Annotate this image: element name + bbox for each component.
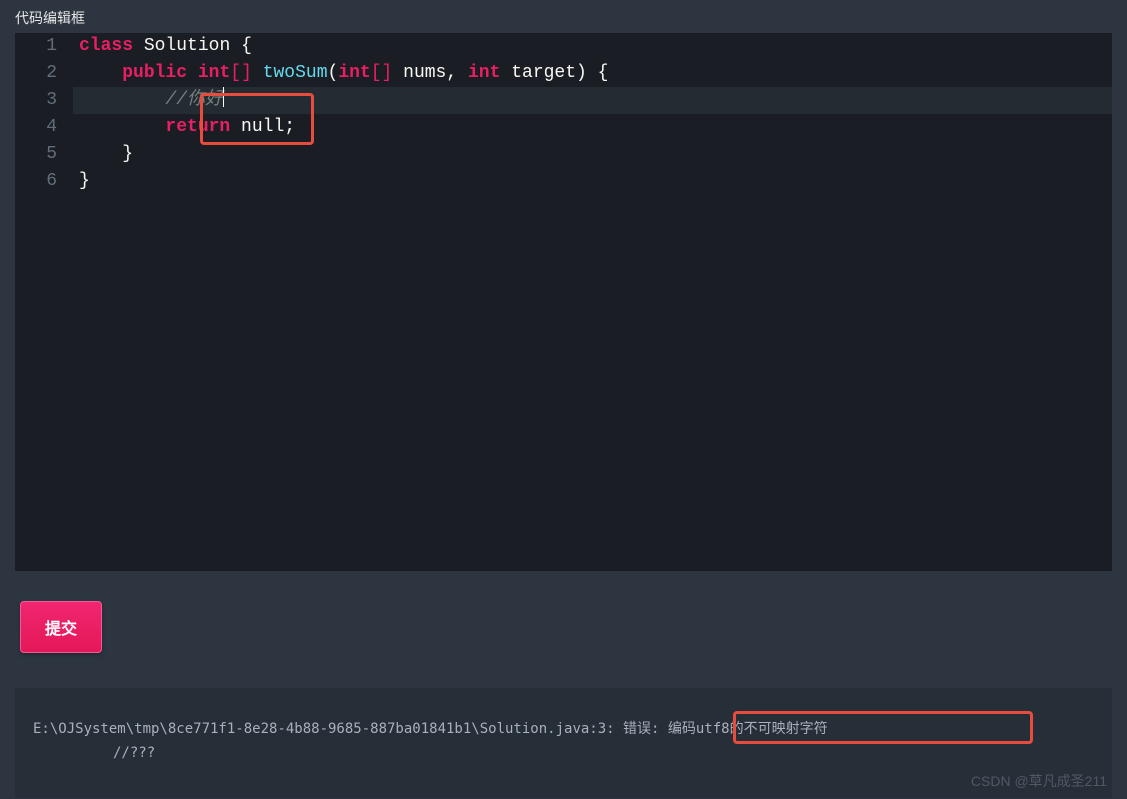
code-editor[interactable]: 1 class Solution { 2 public int[] twoSum…	[15, 33, 1112, 571]
line-number: 4	[15, 114, 73, 141]
output-error-line: E:\OJSystem\tmp\8ce771f1-8e28-4b88-9685-…	[33, 718, 1094, 742]
code-line-6[interactable]: }	[73, 168, 1112, 195]
output-context-line: //???	[33, 742, 1094, 766]
code-line-3[interactable]: //你好	[73, 87, 1112, 114]
line-number: 3	[15, 87, 73, 114]
code-line-4[interactable]: return null;	[73, 114, 1112, 141]
text-cursor	[223, 87, 224, 107]
code-line-2[interactable]: public int[] twoSum(int[] nums, int targ…	[73, 60, 1112, 87]
line-number: 5	[15, 141, 73, 168]
line-number: 6	[15, 168, 73, 195]
line-number: 1	[15, 33, 73, 60]
submit-button[interactable]: 提交	[20, 601, 102, 653]
code-line-1[interactable]: class Solution {	[73, 33, 1112, 60]
watermark: CSDN @草凡成圣211	[971, 771, 1107, 791]
line-number: 2	[15, 60, 73, 87]
code-line-5[interactable]: }	[73, 141, 1112, 168]
output-panel: E:\OJSystem\tmp\8ce771f1-8e28-4b88-9685-…	[15, 688, 1112, 798]
editor-panel-title: 代码编辑框	[0, 0, 1127, 33]
